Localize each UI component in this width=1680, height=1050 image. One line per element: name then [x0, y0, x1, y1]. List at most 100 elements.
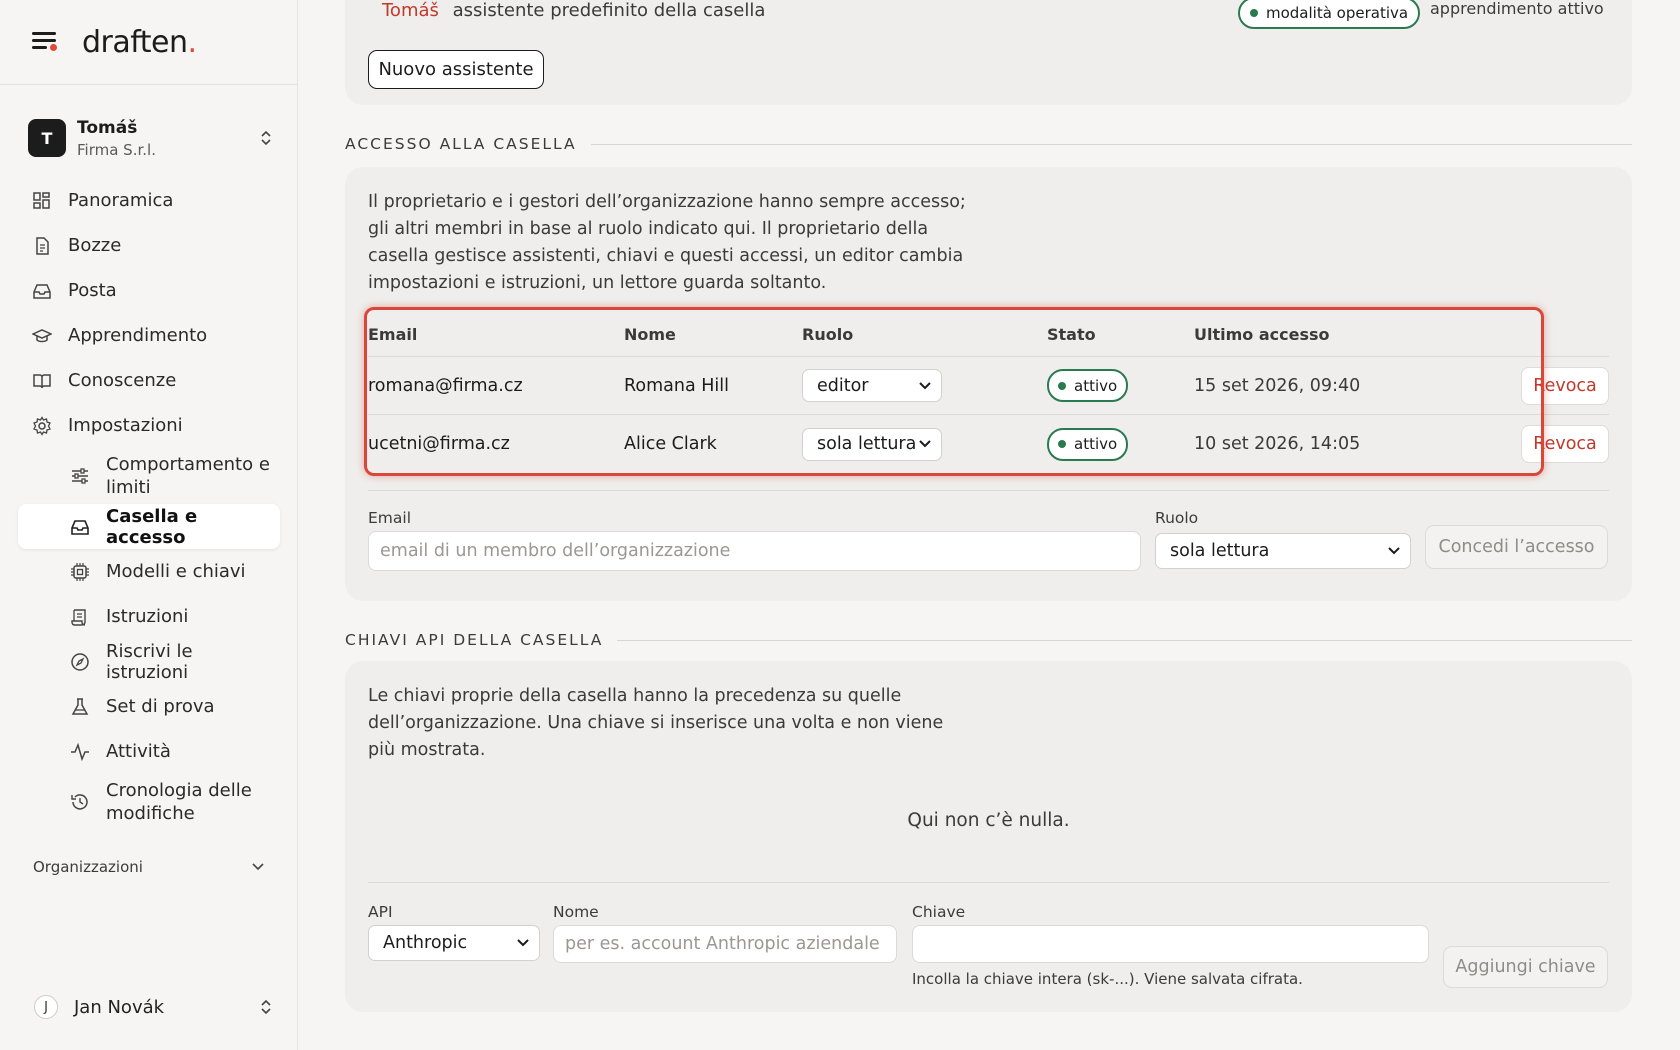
- compass-icon: [71, 652, 89, 671]
- history-icon: [71, 794, 88, 810]
- role-select[interactable]: sola lettura: [1155, 533, 1411, 569]
- access-section-title: ACCESSO ALLA CASELLA: [345, 135, 1632, 153]
- account-switcher[interactable]: T Tomáš Firma S.r.l.: [28, 116, 274, 160]
- nav-item-panoramica[interactable]: Panoramica: [18, 178, 280, 223]
- sliders-icon: [72, 468, 88, 484]
- menu-icon[interactable]: [32, 31, 60, 53]
- graduation-cap-icon: [32, 328, 52, 342]
- status-badge: attivo: [1047, 427, 1129, 461]
- sidebar: draften. T Tomáš Firma S.r.l. Panoramica…: [0, 0, 298, 1050]
- mode-badge: modalità operativa: [1238, 0, 1421, 29]
- role-label: Ruolo: [1155, 509, 1199, 527]
- access-card: Il proprietario e i gestori dell’organiz…: [345, 167, 1632, 601]
- sidebar-item-attivita[interactable]: Attività: [18, 729, 280, 774]
- role-value: editor: [817, 375, 869, 396]
- divider: [368, 882, 1609, 883]
- grant-access-button[interactable]: Concedi l’accesso: [1425, 525, 1608, 569]
- name-label: Nome: [553, 903, 599, 921]
- sidebar-item-modelli-chiavi[interactable]: Modelli e chiavi: [18, 549, 280, 594]
- sidebar-item-riscrivi[interactable]: Riscrivi le istruzioni: [18, 639, 280, 684]
- row-email: ucetni@firma.cz: [368, 434, 510, 454]
- user-menu[interactable]: J Jan Novák: [34, 995, 274, 1019]
- status-dot-icon: [1250, 9, 1258, 17]
- assistant-owner[interactable]: Tomáš: [382, 0, 439, 21]
- sub-label: Casella e accesso: [106, 505, 198, 548]
- key-label: Chiave: [912, 903, 966, 921]
- dashboard-icon: [33, 191, 50, 209]
- row-name: Romana Hill: [624, 375, 729, 396]
- scroll-icon: [71, 608, 86, 626]
- access-section-label: ACCESSO ALLA CASELLA: [345, 135, 577, 153]
- api-select[interactable]: Anthropic: [368, 925, 540, 961]
- flask-icon: [71, 697, 89, 715]
- organizations-label: Organizzazioni: [33, 858, 143, 876]
- keys-description: Le chiavi proprie della casella hanno la…: [368, 686, 944, 760]
- role-value: sola lettura: [817, 434, 917, 454]
- sidebar-item-casella-accesso[interactable]: Casella e accesso: [18, 504, 280, 549]
- logo[interactable]: draften.: [82, 25, 197, 60]
- chevron-up-down-icon: [261, 999, 271, 1015]
- col-name: Nome: [624, 324, 676, 344]
- email-input[interactable]: email di un membro dell’organizzazione: [368, 531, 1141, 571]
- sidebar-item-cronologia[interactable]: Cronologia delle modifiche: [18, 774, 280, 830]
- chevron-down-icon: [919, 381, 931, 389]
- sidebar-item-set-di-prova[interactable]: Set di prova: [18, 684, 280, 729]
- key-name-input[interactable]: per es. account Anthropic aziendale: [553, 925, 897, 963]
- api-label: API: [368, 903, 393, 921]
- user-name: Jan Novák: [74, 996, 165, 1018]
- new-assistant-button[interactable]: Nuovo assistente: [368, 50, 544, 89]
- activity-icon: [71, 742, 89, 761]
- role-select[interactable]: sola lettura: [802, 427, 942, 461]
- status-label: attivo: [1074, 435, 1118, 453]
- add-key-button[interactable]: Aggiungi chiave: [1443, 946, 1608, 988]
- nav-label: Bozze: [68, 235, 122, 256]
- assistant-description: assistente predefinito della casella: [452, 0, 766, 21]
- status-dot-icon: [1058, 440, 1066, 448]
- nav-item-conoscenze[interactable]: Conoscenze: [18, 358, 280, 403]
- status-label: attivo: [1074, 376, 1118, 395]
- nav-item-impostazioni[interactable]: Impostazioni: [18, 403, 280, 448]
- organizations-toggle[interactable]: Organizzazioni: [33, 858, 265, 876]
- sidebar-item-comportamento[interactable]: Comportamento e limiti: [18, 448, 280, 504]
- learning-status: apprendimento attivo: [1430, 0, 1604, 18]
- divider: [368, 490, 1609, 491]
- chevron-down-icon: [1388, 547, 1400, 555]
- nav-label: Conoscenze: [68, 370, 177, 391]
- inbox-icon: [33, 283, 51, 299]
- access-description: Il proprietario e i gestori dell’organiz…: [368, 192, 966, 293]
- nav-item-bozze[interactable]: Bozze: [18, 223, 280, 268]
- col-status: Stato: [1047, 324, 1096, 344]
- nav-item-apprendimento[interactable]: Apprendimento: [18, 313, 280, 358]
- keys-card: Le chiavi proprie della casella hanno la…: [345, 661, 1632, 1012]
- col-last-access: Ultimo accesso: [1194, 324, 1330, 344]
- sidebar-item-istruzioni[interactable]: Istruzioni: [18, 594, 280, 639]
- chevron-down-icon: [919, 440, 931, 448]
- book-icon: [33, 373, 51, 388]
- row-email: romana@firma.cz: [368, 375, 523, 396]
- access-table: Email Nome Ruolo Stato Ultimo accesso ro…: [368, 312, 1609, 473]
- main-nav: Panoramica Bozze Posta Apprendimento Con…: [18, 178, 280, 830]
- revoke-button[interactable]: Revoca: [1521, 425, 1609, 463]
- status-dot-icon: [1058, 381, 1066, 390]
- sub-label: Istruzioni: [106, 606, 189, 627]
- divider: [590, 143, 1632, 145]
- nav-item-posta[interactable]: Posta: [18, 268, 280, 313]
- key-hint: Incolla la chiave intera (sk-...). Viene…: [912, 970, 1303, 988]
- sub-label: Set di prova: [106, 696, 215, 717]
- divider: [617, 639, 1632, 641]
- sub-label: Riscrivi le istruzioni: [106, 640, 193, 683]
- logo-bar: draften.: [0, 0, 297, 85]
- row-last-access: 10 set 2026, 14:05: [1194, 434, 1361, 454]
- role-select[interactable]: editor: [802, 369, 942, 402]
- revoke-button[interactable]: Revoca: [1521, 366, 1609, 405]
- api-value: Anthropic: [383, 933, 468, 953]
- nav-label: Posta: [68, 280, 117, 301]
- status-badge: attivo: [1047, 369, 1129, 402]
- row-last-access: 15 set 2026, 09:40: [1194, 375, 1361, 396]
- col-email: Email: [368, 324, 418, 344]
- empty-state: Qui non c’è nulla.: [907, 810, 1070, 831]
- api-key-input[interactable]: [912, 925, 1429, 963]
- nav-label: Apprendimento: [68, 325, 208, 346]
- table-row: romana@firma.cz Romana Hill editor attiv…: [368, 357, 1609, 415]
- col-role: Ruolo: [802, 324, 854, 344]
